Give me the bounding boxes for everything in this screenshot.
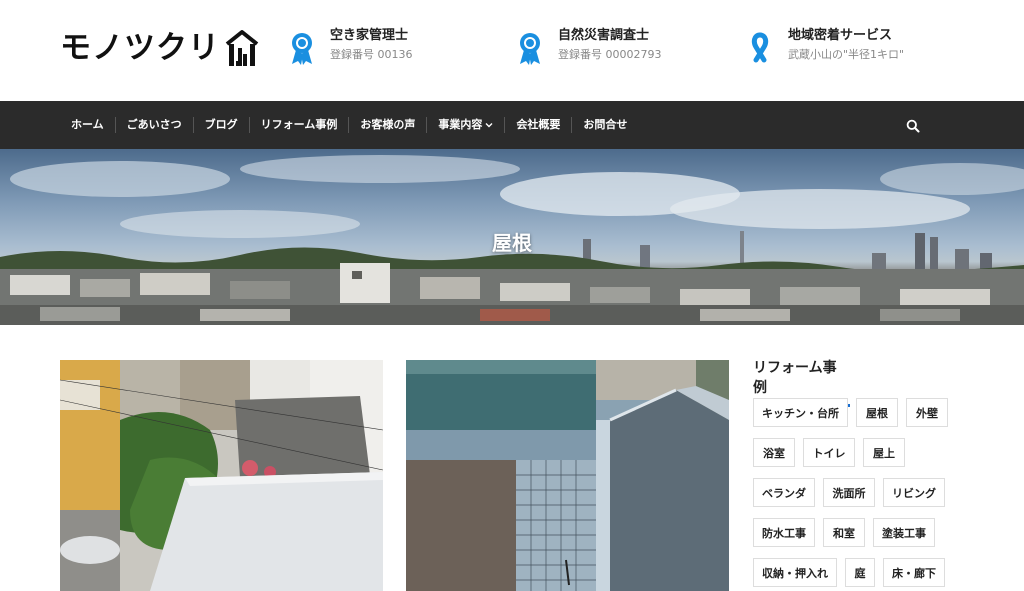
credential-local-service: 地域密着サービス 武蔵小山の"半径1キロ" [748,28,904,68]
award-ribbon-icon [292,33,312,65]
tag-waterproofing[interactable]: 防水工事 [753,518,815,547]
nav-item-services[interactable]: 事業内容 [427,117,506,133]
credential-title: 地域密着サービス [788,28,893,43]
post-thumbnail-1[interactable] [60,360,383,591]
site-header: モノツクリ 空き家管理士 登録番号 00136 自然災害調査士 登録番号 000… [0,0,1024,101]
credential-sub: 登録番号 00136 [330,48,413,61]
credential-sub: 武蔵小山の"半径1キロ" [788,48,905,61]
hero-banner: 屋根 [0,149,1024,325]
nav-item-testimonials[interactable]: お客様の声 [349,117,428,133]
chevron-down-icon [485,123,493,128]
credential-vacant-house-manager: 空き家管理士 登録番号 00136 [290,28,413,68]
award-ribbon-icon [520,33,540,65]
tag-storage[interactable]: 収納・押入れ [753,558,837,587]
credential-title: 空き家管理士 [330,28,409,43]
tag-living[interactable]: リビング [883,478,945,507]
awareness-ribbon-icon [751,32,769,63]
roof-repair-photo [406,360,729,591]
nav-item-company[interactable]: 会社概要 [505,117,573,133]
credential-disaster-inspector: 自然災害調査士 登録番号 00002793 [518,28,662,68]
tag-bathroom[interactable]: 浴室 [753,438,795,467]
rooftop-photo [60,360,383,591]
tag-washroom[interactable]: 洗面所 [823,478,875,507]
main-nav: ホーム ごあいさつ ブログ リフォーム事例 お客様の声 事業内容 会社概要 お問… [0,101,1024,149]
page-title: 屋根 [492,231,532,255]
tag-kitchen[interactable]: キッチン・台所 [753,398,848,427]
nav-list: ホーム ごあいさつ ブログ リフォーム事例 お客様の声 事業内容 会社概要 お問… [60,101,638,149]
tag-exterior-wall[interactable]: 外壁 [906,398,948,427]
nav-item-greeting[interactable]: ごあいさつ [116,117,194,133]
search-icon[interactable] [906,119,920,133]
post-thumbnail-2[interactable] [406,360,729,591]
sidebar: リフォーム事例 キッチン・台所 屋根 外壁 浴室 トイレ 屋上 ベランダ 洗面所… [753,358,963,587]
credential-title: 自然災害調査士 [558,28,650,43]
tag-floor-hallway[interactable]: 床・廊下 [883,558,945,587]
tag-roof[interactable]: 屋根 [856,398,898,427]
credential-sub: 登録番号 00002793 [558,48,662,61]
logo-text: モノツクリ [60,29,220,66]
site-logo[interactable]: モノツクリ [60,26,260,70]
tag-garden[interactable]: 庭 [845,558,875,587]
nav-item-blog[interactable]: ブログ [194,117,250,133]
tag-japanese-room[interactable]: 和室 [823,518,865,547]
nav-item-contact[interactable]: お問合せ [572,117,638,133]
nav-item-reform-cases[interactable]: リフォーム事例 [250,117,350,133]
tag-toilet[interactable]: トイレ [803,438,855,467]
logo-house-icon [225,30,259,66]
nav-item-home[interactable]: ホーム [60,117,116,133]
tag-veranda[interactable]: ベランダ [753,478,815,507]
tag-painting[interactable]: 塗装工事 [873,518,935,547]
tag-rooftop[interactable]: 屋上 [863,438,905,467]
